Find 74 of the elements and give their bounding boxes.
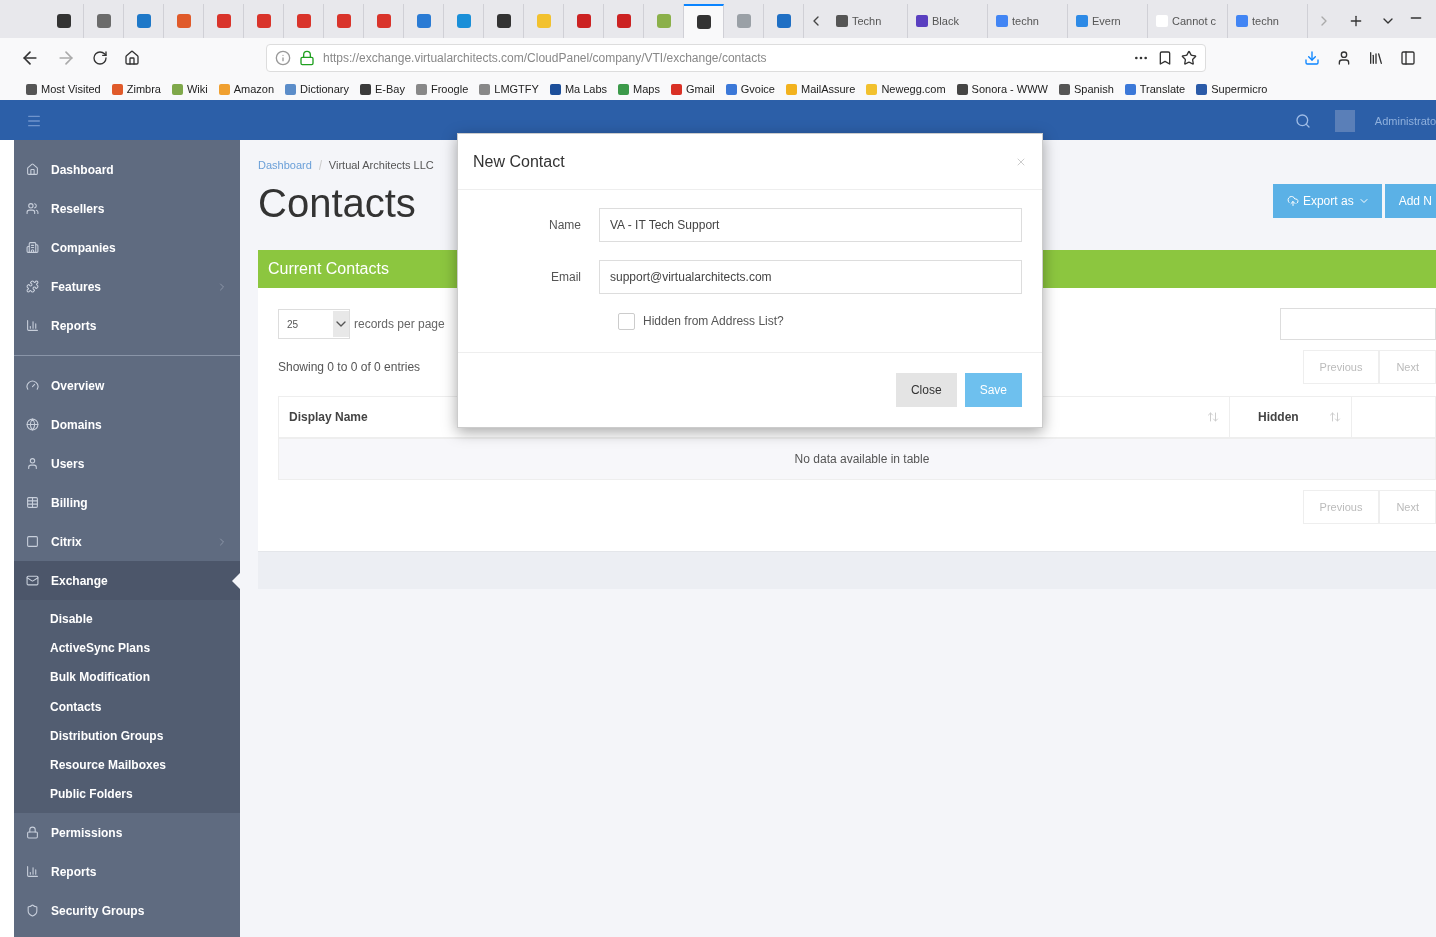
modal-title: New Contact xyxy=(473,151,566,172)
url-text: https://exchange.virtualarchitects.com/CloudPanel/company/VTI/exchange/contacts xyxy=(323,50,768,67)
bookmark-link[interactable]: Dictionary xyxy=(285,80,349,98)
entries-info: Showing 0 to 0 of 0 entries xyxy=(278,359,422,376)
lock-icon xyxy=(299,50,315,66)
bookmark-link[interactable]: Spanish xyxy=(1059,80,1114,98)
table-icon xyxy=(26,496,39,509)
bookmark-link[interactable]: Gvoice xyxy=(725,80,775,98)
home-icon[interactable] xyxy=(124,50,140,66)
new-tab-icon[interactable] xyxy=(1348,13,1364,29)
bookmark-link[interactable]: Most Visited xyxy=(26,80,101,98)
bookmark-link[interactable]: Froogle xyxy=(415,80,469,98)
bookmark-link[interactable]: MailAssure xyxy=(786,80,856,98)
submenu-item[interactable]: Disable xyxy=(14,604,240,634)
shield-icon xyxy=(26,904,39,918)
people-icon xyxy=(26,202,39,215)
bookmark-link[interactable]: LMGTFY xyxy=(479,80,539,98)
avatar-icon xyxy=(1334,110,1355,132)
text-field[interactable]: VA - IT Tech Support xyxy=(599,208,1022,242)
user-icon xyxy=(26,457,39,470)
bookmark-link[interactable]: Sonora - WWW xyxy=(956,80,1048,98)
bookmark-link[interactable]: Translate xyxy=(1124,80,1186,98)
menu-icon[interactable] xyxy=(26,113,42,129)
bookmark-link[interactable]: Amazon xyxy=(218,80,275,98)
square-icon xyxy=(26,535,39,548)
column-header: Display Name xyxy=(288,409,369,426)
info-icon xyxy=(275,50,291,66)
library-icon[interactable] xyxy=(1368,50,1384,66)
globe-icon xyxy=(26,418,39,431)
submenu-item[interactable]: Distribution Groups xyxy=(14,721,240,751)
address-bar[interactable]: https://exchange.virtualarchitects.com/CloudPanel/company/VTI/exchange/contacts xyxy=(266,44,1206,72)
search-field[interactable] xyxy=(1280,308,1436,340)
submenu-item[interactable]: Bulk Modification xyxy=(14,662,240,692)
bar-chart-icon xyxy=(26,865,39,879)
building-icon xyxy=(26,241,39,254)
sidebar-icon[interactable] xyxy=(1400,50,1416,66)
bookmark-link[interactable]: Wiki xyxy=(171,80,208,98)
caret-icon xyxy=(333,311,349,337)
close-button[interactable]: Close xyxy=(895,373,957,407)
field-label: Name xyxy=(548,217,582,234)
bookmark-link[interactable]: Gmail xyxy=(671,80,715,98)
cloud-upload-icon xyxy=(1286,195,1299,207)
hidden-checkbox[interactable]: Hidden from Address List? xyxy=(618,312,1022,330)
pinned-tab[interactable] xyxy=(684,4,724,38)
mail-icon xyxy=(26,574,39,587)
empty-table-message: No data available in table xyxy=(279,439,1435,479)
gauge-icon xyxy=(26,379,39,392)
account-icon[interactable] xyxy=(1336,50,1352,66)
bookmark-link[interactable]: Maps xyxy=(618,80,660,98)
puzzle-icon xyxy=(26,280,39,293)
bookmark-link[interactable]: Supermicro xyxy=(1196,80,1268,98)
download-icon[interactable] xyxy=(1304,50,1320,66)
breadcrumb-text: Virtual Architects LLC xyxy=(328,157,434,173)
submenu-item[interactable]: Public Folders xyxy=(14,779,240,810)
bookmark-link[interactable]: Zimbra xyxy=(111,80,161,98)
reload-icon[interactable] xyxy=(92,50,108,66)
field-label: Email xyxy=(550,269,582,286)
submenu-item[interactable]: Resource Mailboxes xyxy=(14,750,240,780)
lock-icon xyxy=(26,826,39,840)
bookmark-link[interactable]: Newegg.com xyxy=(866,80,946,98)
home-icon xyxy=(26,163,39,176)
page-title: Contacts xyxy=(258,180,416,227)
sidebar-item[interactable]: Exchange xyxy=(14,561,240,600)
star-icon[interactable] xyxy=(1181,50,1197,66)
bookmark-link[interactable]: Ma Labs xyxy=(549,80,608,98)
submenu-item[interactable]: Contacts xyxy=(14,691,240,722)
bookmark-link[interactable]: E-Bay xyxy=(360,80,405,98)
text-field[interactable]: support@virtualarchitects.com xyxy=(599,260,1022,294)
page-size-select[interactable]: 25 xyxy=(278,309,350,339)
bar-chart-icon xyxy=(26,319,39,332)
search-icon[interactable] xyxy=(1294,113,1311,129)
page-size-label: records per page xyxy=(354,316,445,333)
submenu-item[interactable]: ActiveSync Plans xyxy=(14,633,240,663)
column-header: Hidden xyxy=(1229,397,1329,437)
